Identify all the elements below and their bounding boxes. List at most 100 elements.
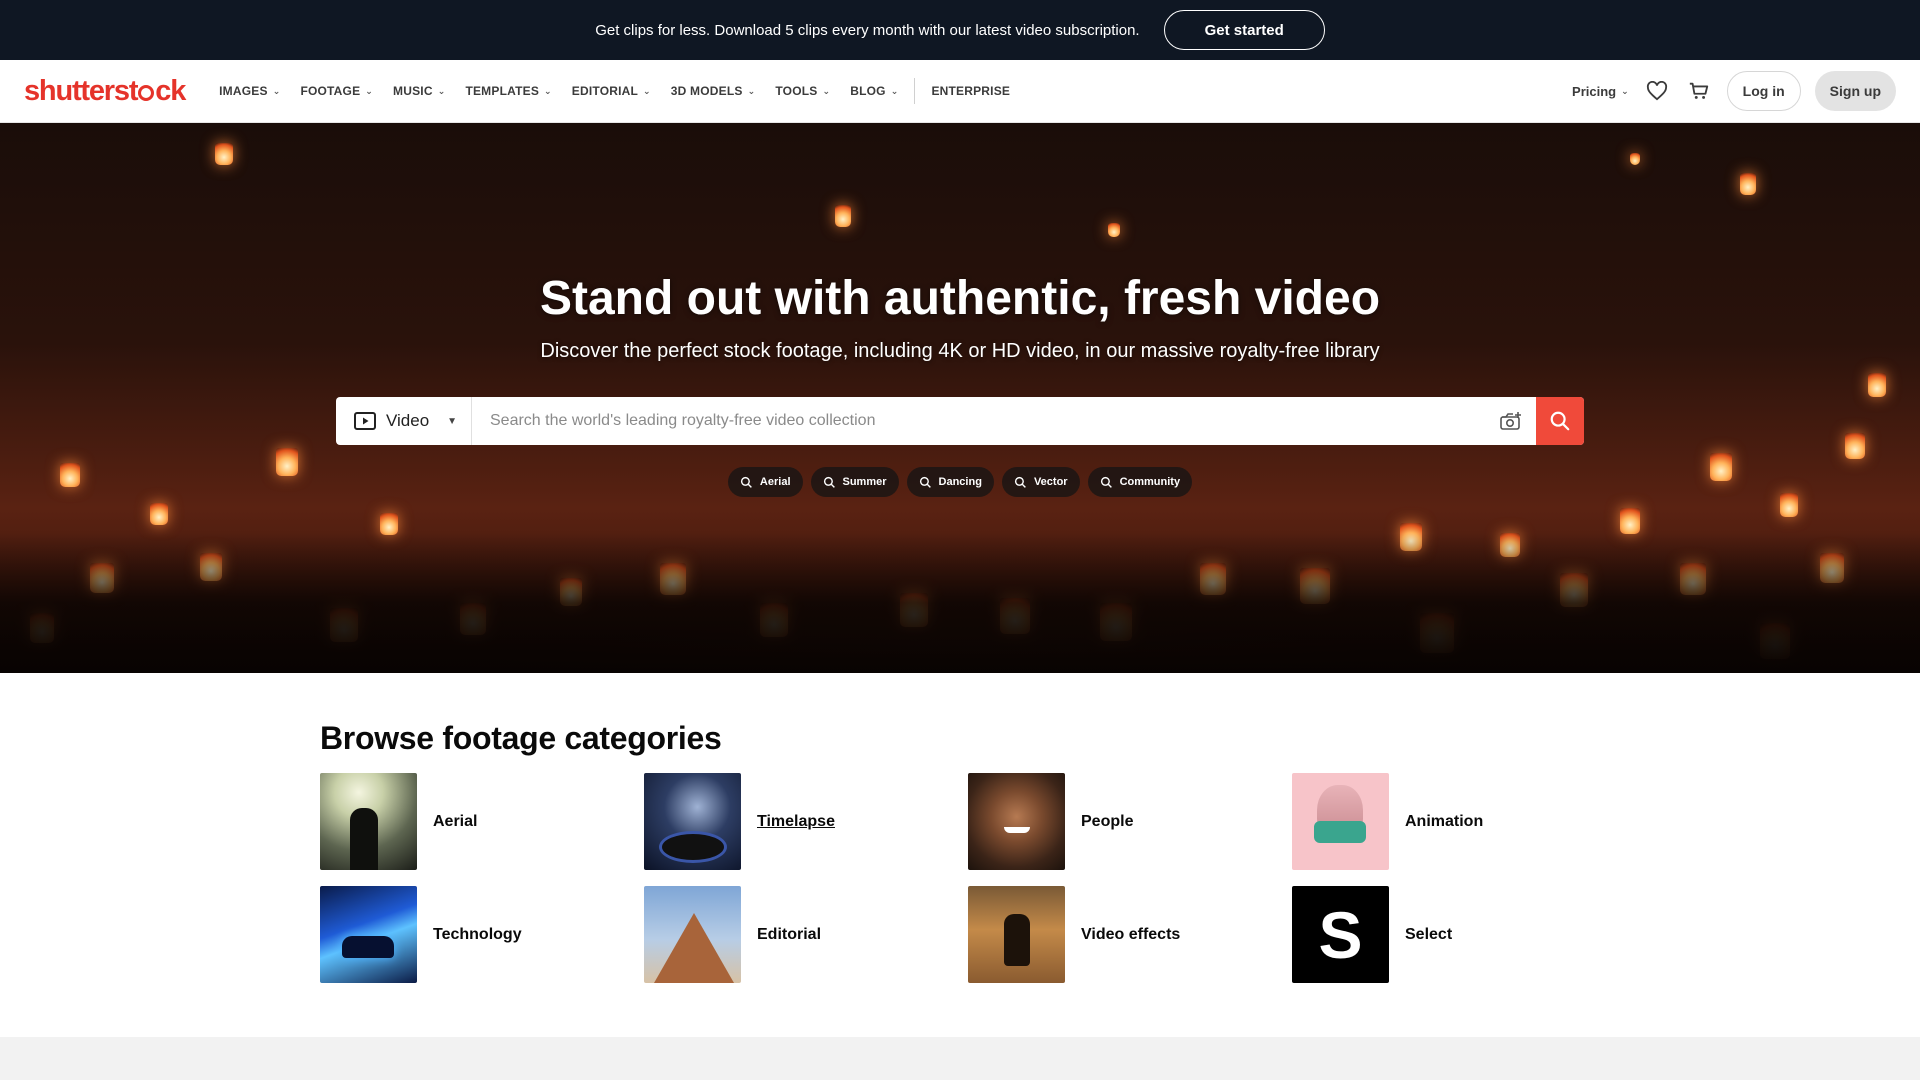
- logo-prefix: shutterst: [24, 74, 138, 107]
- promo-banner: Get clips for less. Download 5 clips eve…: [0, 0, 1920, 60]
- category-label: Timelapse: [757, 812, 835, 830]
- category-label: Select: [1405, 925, 1453, 943]
- search-button[interactable]: [1536, 397, 1584, 445]
- nav-item-label: 3D MODELS: [670, 84, 743, 98]
- search-bar: Video ▼: [336, 397, 1584, 445]
- nav-item-label: MUSIC: [393, 84, 433, 98]
- nav-item-label: TEMPLATES: [465, 84, 540, 98]
- chevron-down-icon: ⌄: [643, 85, 651, 96]
- promo-text: Get clips for less. Download 5 clips eve…: [595, 21, 1140, 39]
- search-icon: [919, 476, 931, 488]
- nav-item-label: TOOLS: [775, 84, 818, 98]
- category-label: Editorial: [757, 925, 822, 943]
- select-logo-thumbnail: S: [1292, 886, 1389, 983]
- chip-summer[interactable]: Summer: [810, 467, 899, 497]
- search-type-dropdown[interactable]: Video ▼: [336, 397, 472, 445]
- favorites-heart-icon[interactable]: [1643, 77, 1671, 105]
- chevron-down-icon: ⌄: [437, 85, 446, 96]
- category-label: Animation: [1405, 812, 1484, 830]
- chevron-down-icon: ⌄: [890, 85, 899, 96]
- category-editorial[interactable]: Editorial: [644, 886, 968, 983]
- chip-label: Dancing: [938, 476, 982, 488]
- main-nav: shutterst ck IMAGES ⌄ FOOTAGE ⌄ MUSIC ⌄ TEMP…: [0, 60, 1920, 123]
- chip-label: Vector: [1033, 476, 1068, 488]
- search-icon: [1014, 476, 1026, 488]
- nav-divider: [914, 78, 916, 104]
- category-thumbnail: [644, 886, 741, 983]
- search-icon: [740, 476, 752, 488]
- nav-item-tools[interactable]: TOOLS ⌄: [765, 60, 840, 123]
- section-title: Browse footage categories: [320, 720, 722, 756]
- category-video-effects[interactable]: Video effects: [968, 886, 1292, 983]
- search-icon: [1100, 476, 1112, 488]
- chip-label: Aerial: [759, 476, 791, 488]
- nav-item-templates[interactable]: TEMPLATES ⌄: [455, 60, 561, 123]
- category-timelapse[interactable]: Timelapse: [644, 773, 968, 870]
- chip-label: Summer: [842, 476, 887, 488]
- category-animation[interactable]: Animation: [1292, 773, 1616, 870]
- nav-actions: Pricing ⌄ Log in Sign up: [1572, 71, 1896, 111]
- chip-label: Community: [1119, 476, 1181, 488]
- logo-suffix: ck: [155, 74, 186, 107]
- shutterstock-logo[interactable]: shutterst ck: [24, 74, 186, 108]
- nav-item-3d-models[interactable]: 3D MODELS ⌄: [661, 60, 766, 123]
- nav-item-label: EDITORIAL: [571, 84, 639, 98]
- search-type-label: Video: [386, 411, 430, 430]
- suggested-searches: Aerial Summer Dancing Vector Community: [727, 467, 1193, 497]
- video-icon: [354, 412, 376, 430]
- chevron-down-icon: ⌄: [1621, 85, 1629, 96]
- chevron-down-icon: ⌄: [272, 85, 281, 96]
- chevron-down-icon: ⌄: [747, 85, 756, 96]
- category-label: Aerial: [433, 812, 478, 830]
- nav-menu: IMAGES ⌄ FOOTAGE ⌄ MUSIC ⌄ TEMPLATES ⌄ EDITO…: [209, 60, 1020, 123]
- caret-down-icon: ▼: [447, 415, 457, 427]
- hero-subtitle: Discover the perfect stock footage, incl…: [540, 340, 1380, 362]
- hero-content: Stand out with authentic, fresh video Di…: [0, 123, 1920, 673]
- category-thumbnail: [644, 773, 741, 870]
- category-aerial[interactable]: Aerial: [320, 773, 644, 870]
- chevron-down-icon: ⌄: [365, 85, 374, 96]
- nav-item-editorial[interactable]: EDITORIAL ⌄: [562, 60, 661, 123]
- chip-dancing[interactable]: Dancing: [906, 467, 994, 497]
- category-people[interactable]: People: [968, 773, 1292, 870]
- search-input[interactable]: [472, 397, 1486, 445]
- category-thumbnail: [320, 773, 417, 870]
- chip-vector[interactable]: Vector: [1001, 467, 1080, 497]
- footage-categories-section: Browse footage categories Aerial Timelap…: [0, 673, 1920, 983]
- category-thumbnail: [968, 773, 1065, 870]
- signup-button[interactable]: Sign up: [1814, 71, 1896, 111]
- category-technology[interactable]: Technology: [320, 886, 644, 983]
- logo-o-mark: [138, 85, 155, 101]
- next-section-band: [0, 1037, 1920, 1080]
- search-icon: [1550, 411, 1570, 431]
- category-label: People: [1081, 812, 1134, 830]
- hero-title: Stand out with authentic, fresh video: [539, 272, 1381, 325]
- nav-item-label: BLOG: [850, 84, 886, 98]
- nav-item-music[interactable]: MUSIC ⌄: [383, 60, 455, 123]
- nav-item-enterprise[interactable]: ENTERPRISE: [921, 60, 1020, 123]
- get-started-button[interactable]: Get started: [1163, 10, 1325, 50]
- nav-item-footage[interactable]: FOOTAGE ⌄: [290, 60, 383, 123]
- pricing-menu[interactable]: Pricing ⌄: [1572, 84, 1629, 99]
- nav-item-images[interactable]: IMAGES ⌄: [209, 60, 290, 123]
- category-label: Video effects: [1081, 925, 1181, 943]
- chip-aerial[interactable]: Aerial: [727, 467, 803, 497]
- pricing-label: Pricing: [1572, 83, 1617, 99]
- nav-item-label: IMAGES: [219, 84, 268, 98]
- cart-icon[interactable]: [1685, 77, 1713, 105]
- chevron-down-icon: ⌄: [822, 85, 831, 96]
- category-thumbnail: [320, 886, 417, 983]
- chip-community[interactable]: Community: [1087, 467, 1193, 497]
- login-button[interactable]: Log in: [1726, 71, 1801, 111]
- nav-item-label: FOOTAGE: [300, 84, 361, 98]
- search-icon: [823, 476, 835, 488]
- category-thumbnail: [1292, 773, 1389, 870]
- chevron-down-icon: ⌄: [544, 85, 552, 96]
- category-select[interactable]: S Select: [1292, 886, 1616, 983]
- category-label: Technology: [433, 925, 522, 943]
- nav-item-blog[interactable]: BLOG ⌄: [840, 60, 908, 123]
- image-search-camera-icon[interactable]: [1486, 397, 1536, 445]
- hero-banner: Stand out with authentic, fresh video Di…: [0, 123, 1920, 673]
- category-grid: Aerial Timelapse People Animation Techno…: [320, 773, 1920, 983]
- category-thumbnail: [968, 886, 1065, 983]
